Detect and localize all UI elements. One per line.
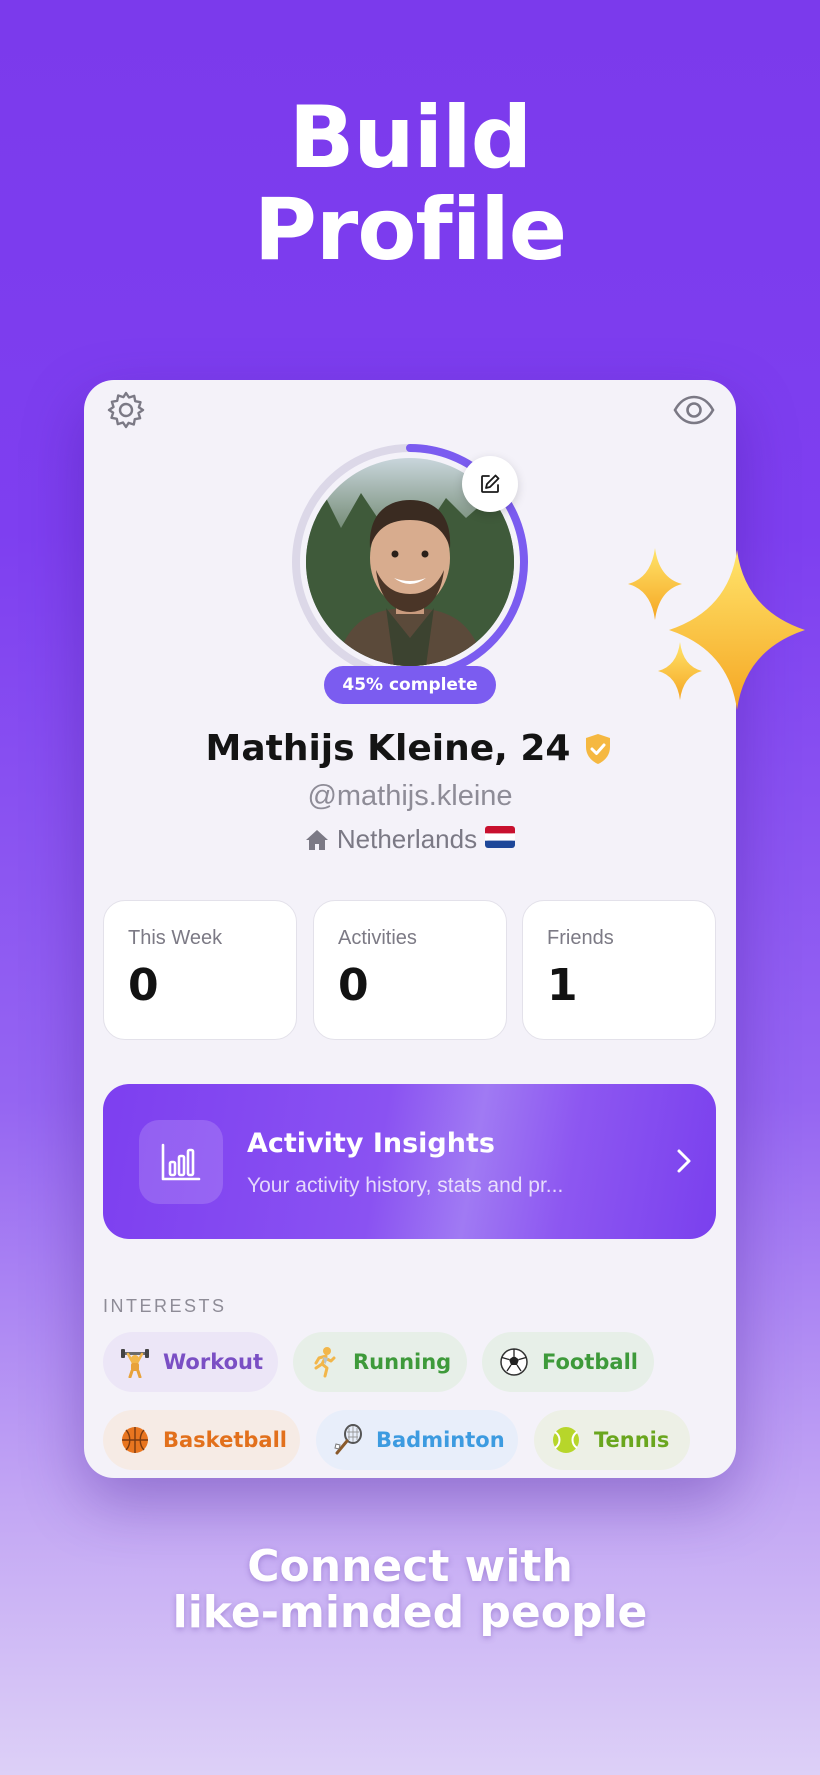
runner-icon [309, 1346, 341, 1378]
stat-label: Activities [338, 927, 417, 949]
name-row: Mathijs Kleine, 24 [84, 728, 736, 769]
interest-label: Badminton [376, 1428, 505, 1452]
stat-this-week: This Week 0 [103, 900, 297, 1040]
activity-insights-button[interactable]: Activity Insights Your activity history,… [103, 1084, 716, 1239]
soccer-ball-icon [498, 1346, 530, 1378]
interest-chip-workout[interactable]: Workout [103, 1332, 278, 1392]
completion-badge: 45% complete [324, 666, 496, 704]
interest-chip-badminton[interactable]: Badminton [316, 1410, 518, 1470]
stat-activities: Activities 0 [313, 900, 507, 1040]
tagline-line-1: Connect with [247, 1541, 573, 1592]
stat-value: 1 [547, 960, 578, 1011]
tennis-ball-icon [550, 1424, 582, 1456]
settings-gear-icon[interactable] [104, 388, 148, 432]
stat-label: This Week [128, 927, 223, 949]
profile-handle: @mathijs.kleine [307, 780, 513, 812]
verified-shield-icon [586, 733, 611, 764]
edit-pencil-icon [481, 474, 500, 493]
home-icon [305, 829, 328, 850]
basketball-icon [119, 1424, 151, 1456]
netherlands-flag-icon [485, 824, 516, 855]
headline-line-1: Build [288, 88, 532, 188]
insights-subtitle: Your activity history, stats and pr... [247, 1174, 564, 1197]
headline-line-2: Profile [253, 180, 567, 280]
chevron-right-icon [677, 1149, 691, 1173]
stat-value: 0 [338, 960, 369, 1011]
interest-label: Tennis [594, 1428, 670, 1452]
interest-chip-running[interactable]: Running [293, 1332, 467, 1392]
stat-label: Friends [547, 927, 614, 949]
preview-eye-icon[interactable] [672, 388, 716, 432]
tagline: Connect with like-minded people [0, 1544, 820, 1636]
headline: Build Profile [0, 92, 820, 276]
insights-title: Activity Insights [247, 1128, 495, 1159]
profile-name: Mathijs Kleine, 24 [205, 728, 571, 769]
badminton-icon [332, 1424, 364, 1456]
interest-label: Workout [163, 1350, 264, 1374]
interest-label: Running [353, 1350, 452, 1374]
profile-location: Netherlands [84, 824, 736, 855]
stat-friends[interactable]: Friends 1 [522, 900, 716, 1040]
tagline-line-2: like-minded people [172, 1587, 648, 1638]
sparkles-icon [628, 548, 805, 710]
interest-label: Basketball [163, 1428, 287, 1452]
location-text: Netherlands [336, 824, 478, 854]
interest-label: Football [542, 1350, 638, 1374]
weightlifter-icon [119, 1346, 151, 1378]
bar-chart-icon [139, 1120, 223, 1204]
interest-chip-tennis[interactable]: Tennis [534, 1410, 690, 1470]
interests-heading: INTERESTS [103, 1296, 227, 1316]
interest-chip-basketball[interactable]: Basketball [103, 1410, 300, 1470]
avatar-progress [288, 440, 532, 684]
interest-chip-football[interactable]: Football [482, 1332, 654, 1392]
stat-value: 0 [128, 960, 159, 1011]
edit-avatar-button[interactable] [462, 456, 518, 512]
